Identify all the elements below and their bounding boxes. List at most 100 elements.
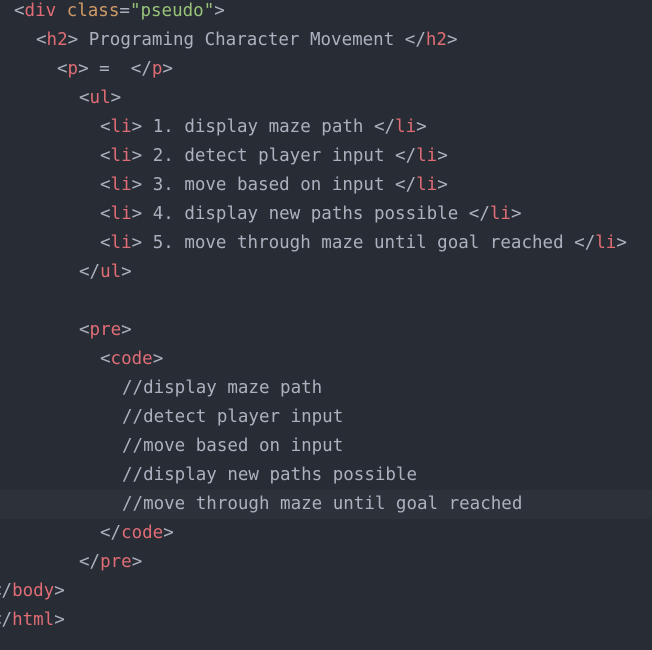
code-line[interactable]: <code>: [0, 345, 652, 374]
angle-bracket: >: [121, 320, 132, 340]
list-item-text: 2. detect player input: [142, 146, 396, 166]
angle-bracket: >: [162, 59, 173, 79]
angle-bracket: <: [100, 233, 111, 253]
attribute-name: class: [66, 1, 120, 21]
angle-bracket: >: [152, 349, 164, 369]
angle-bracket: >: [67, 30, 79, 50]
comment-text: //display new paths possible: [122, 465, 418, 485]
angle-bracket: </: [395, 175, 417, 195]
code-line-empty[interactable]: [0, 287, 652, 316]
code-line[interactable]: <p> = </p>: [0, 55, 652, 84]
angle-bracket: </: [404, 30, 426, 50]
tag-name: ul: [100, 262, 122, 282]
angle-bracket: >: [131, 233, 143, 253]
code-line[interactable]: </code>: [0, 519, 652, 548]
code-line[interactable]: </html>: [0, 606, 652, 635]
tag-name: code: [121, 523, 164, 543]
comment-text: //move based on input: [122, 436, 344, 456]
angle-bracket: >: [110, 88, 122, 108]
angle-bracket: >: [437, 146, 448, 166]
list-item-text: 4. display new paths possible: [142, 204, 469, 224]
angle-bracket: >: [510, 204, 522, 224]
angle-bracket: </: [468, 204, 490, 224]
code-line[interactable]: <li> 1. display maze path </li>: [0, 113, 652, 142]
code-line[interactable]: //detect player input: [0, 403, 652, 432]
code-line[interactable]: </pre>: [0, 548, 652, 577]
angle-bracket: >: [54, 610, 65, 630]
angle-bracket: >: [54, 581, 65, 601]
angle-bracket: >: [616, 233, 627, 253]
tag-name: html: [12, 610, 55, 630]
angle-bracket: >: [131, 146, 143, 166]
code-editor[interactable]: <div class="pseudo"> <h2> Programing Cha…: [0, 0, 652, 650]
angle-bracket: </: [100, 523, 122, 543]
angle-bracket: >: [214, 1, 225, 21]
angle-bracket: <: [100, 146, 111, 166]
angle-bracket: >: [121, 262, 132, 282]
code-line[interactable]: //move based on input: [0, 432, 652, 461]
angle-bracket: </: [0, 610, 13, 630]
tag-name: li: [489, 204, 511, 224]
angle-bracket: >: [131, 204, 143, 224]
angle-bracket: >: [131, 175, 143, 195]
angle-bracket: </: [395, 146, 417, 166]
tag-name: li: [395, 117, 417, 137]
tag-name: li: [416, 146, 438, 166]
code-line[interactable]: <li> 5. move through maze until goal rea…: [0, 229, 652, 258]
angle-bracket: </: [79, 262, 101, 282]
code-line[interactable]: <ul>: [0, 84, 652, 113]
comment-text: //display maze path: [122, 378, 323, 398]
angle-bracket: <: [100, 349, 111, 369]
tag-name: li: [416, 175, 438, 195]
list-item-text: 3. move based on input: [142, 175, 396, 195]
angle-bracket: </: [0, 581, 13, 601]
angle-bracket: >: [78, 59, 89, 79]
code-line[interactable]: <div class="pseudo">: [0, 0, 652, 26]
tag-name: pre: [100, 552, 132, 572]
angle-bracket: <: [100, 175, 111, 195]
list-item-text: 5. move through maze until goal reached: [142, 233, 575, 253]
angle-bracket: </: [130, 59, 152, 79]
code-line[interactable]: <li> 3. move based on input </li>: [0, 171, 652, 200]
code-line[interactable]: <li> 2. detect player input </li>: [0, 142, 652, 171]
tag-name: body: [12, 581, 55, 601]
code-line[interactable]: </ul>: [0, 258, 652, 287]
tag-name: li: [595, 233, 617, 253]
tag-name: code: [110, 349, 153, 369]
angle-bracket: >: [131, 117, 143, 137]
angle-bracket: </: [373, 117, 396, 137]
comment-text: //detect player input: [122, 407, 344, 427]
tag-name: li: [110, 233, 132, 253]
tag-name: ul: [89, 88, 111, 108]
angle-bracket: </: [574, 233, 596, 253]
angle-bracket: >: [437, 175, 448, 195]
paragraph-text: =: [88, 59, 131, 79]
tag-name: p: [151, 59, 163, 79]
code-line-active[interactable]: //move through maze until goal reached: [0, 490, 652, 519]
tag-name: li: [110, 146, 132, 166]
code-line[interactable]: </body>: [0, 577, 652, 606]
angle-bracket: >: [131, 552, 143, 572]
tag-name: li: [110, 117, 132, 137]
angle-bracket: <: [57, 59, 68, 79]
list-item-text: 1. display maze path: [142, 117, 374, 137]
code-line[interactable]: <h2> Programing Character Movement </h2>: [0, 26, 652, 55]
tag-name: div: [24, 1, 57, 21]
angle-bracket: <: [14, 1, 25, 21]
angle-bracket: <: [79, 88, 90, 108]
tag-name: li: [110, 204, 132, 224]
code-line[interactable]: //display new paths possible: [0, 461, 652, 490]
angle-bracket: >: [446, 30, 458, 50]
code-line[interactable]: //display maze path: [0, 374, 652, 403]
angle-bracket: <: [79, 320, 90, 340]
angle-bracket: <: [100, 204, 111, 224]
equals-sign: =: [119, 1, 130, 21]
angle-bracket: </: [79, 552, 101, 572]
code-line[interactable]: <li> 4. display new paths possible </li>: [0, 200, 652, 229]
code-line[interactable]: <pre>: [0, 316, 652, 345]
angle-bracket: >: [163, 523, 174, 543]
tag-name: p: [67, 59, 79, 79]
tag-name: pre: [89, 320, 122, 340]
tag-name: h2: [46, 30, 68, 50]
